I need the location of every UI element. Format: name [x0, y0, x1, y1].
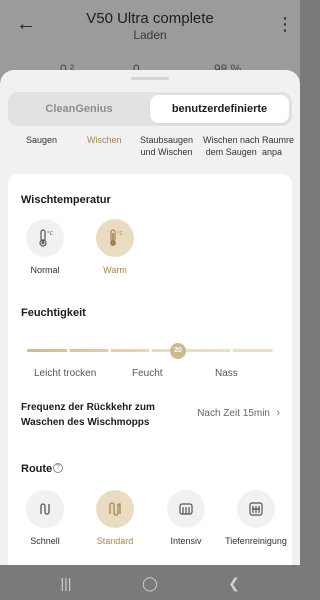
drag-handle[interactable]: [131, 77, 169, 80]
route-intensive-label: Intensiv: [170, 536, 202, 546]
mode-segmented-control: CleanGenius benutzerdefinierte: [8, 92, 292, 126]
humidity-label-damp: Feucht: [132, 368, 163, 379]
system-back-icon[interactable]: ❮: [222, 573, 246, 593]
route-deep-icon: [237, 490, 275, 528]
mop-wash-frequency-title[interactable]: Frequenz der Rückkehr zum Waschen des Wi…: [21, 400, 181, 430]
route-fast-icon: [26, 490, 64, 528]
temperature-normal-label: Normal: [30, 265, 60, 275]
slider-tick: [149, 349, 152, 352]
humidity-label-dry: Leicht trocken: [34, 368, 97, 379]
thermometer-high-icon: °C: [96, 219, 134, 257]
system-navigation-bar: ||| ◯ ❮: [0, 565, 300, 600]
route-standard-icon: [96, 490, 134, 528]
humidity-title: Feuchtigkeit: [21, 307, 86, 319]
humidity-slider[interactable]: 20: [27, 343, 273, 359]
route-fast-option[interactable]: Schnell: [15, 490, 75, 546]
settings-card: Wischtemperatur °C Normal °C Warm Feucht…: [8, 174, 292, 565]
device-status: Laden: [133, 28, 167, 42]
route-standard-label: Standard: [96, 536, 134, 546]
mop-wash-frequency-value[interactable]: Nach Zeit 15min: [197, 408, 270, 419]
route-deep-label: Tiefenreinigung: [225, 536, 287, 546]
tab-custom[interactable]: benutzerdefinierte: [150, 95, 289, 123]
route-intensive-option[interactable]: Intensiv: [156, 490, 216, 546]
route-standard-option[interactable]: Standard: [85, 490, 145, 546]
mode-mop-after-vacuum[interactable]: Wischen nach dem Saugen: [203, 134, 260, 158]
route-fast-label: Schnell: [30, 536, 60, 546]
svg-text:°C: °C: [117, 231, 123, 237]
more-menu-icon[interactable]: ⋮: [276, 12, 294, 36]
tab-cleangenius[interactable]: CleanGenius: [11, 95, 147, 123]
mode-mop[interactable]: Wischen: [87, 134, 122, 146]
cleaning-mode-list: Saugen Wischen Staubsaugen und Wischen W…: [0, 134, 300, 174]
route-deep-option[interactable]: Tiefenreinigung: [225, 490, 287, 546]
cleaning-settings-sheet: CleanGenius benutzerdefinierte Saugen Wi…: [0, 70, 300, 565]
chevron-right-icon[interactable]: ›: [276, 407, 280, 419]
svg-text:°C: °C: [47, 231, 53, 237]
mode-vacuum[interactable]: Saugen: [26, 134, 57, 146]
mode-room-custom[interactable]: Raumre anpa: [262, 134, 294, 158]
info-icon[interactable]: ?: [53, 463, 63, 473]
temperature-warm-option[interactable]: °C Warm: [85, 219, 145, 275]
mop-temperature-title: Wischtemperatur: [21, 194, 111, 206]
humidity-slider-thumb[interactable]: 20: [170, 343, 186, 359]
slider-tick: [67, 349, 70, 352]
device-title: V50 Ultra complete: [86, 10, 214, 27]
humidity-label-wet: Nass: [215, 368, 238, 379]
recent-apps-icon[interactable]: |||: [54, 573, 78, 593]
home-icon[interactable]: ◯: [138, 573, 162, 593]
app-header: ← V50 Ultra complete Laden ⋮ 0 ² 0 ... 9…: [0, 0, 300, 80]
route-intensive-icon: [167, 490, 205, 528]
mode-vacuum-and-mop[interactable]: Staubsaugen und Wischen: [140, 134, 193, 158]
temperature-normal-option[interactable]: °C Normal: [15, 219, 75, 275]
route-title: Route: [21, 463, 53, 475]
slider-tick: [108, 349, 111, 352]
temperature-warm-label: Warm: [103, 265, 127, 275]
slider-tick: [230, 349, 233, 352]
thermometer-low-icon: °C: [26, 219, 64, 257]
